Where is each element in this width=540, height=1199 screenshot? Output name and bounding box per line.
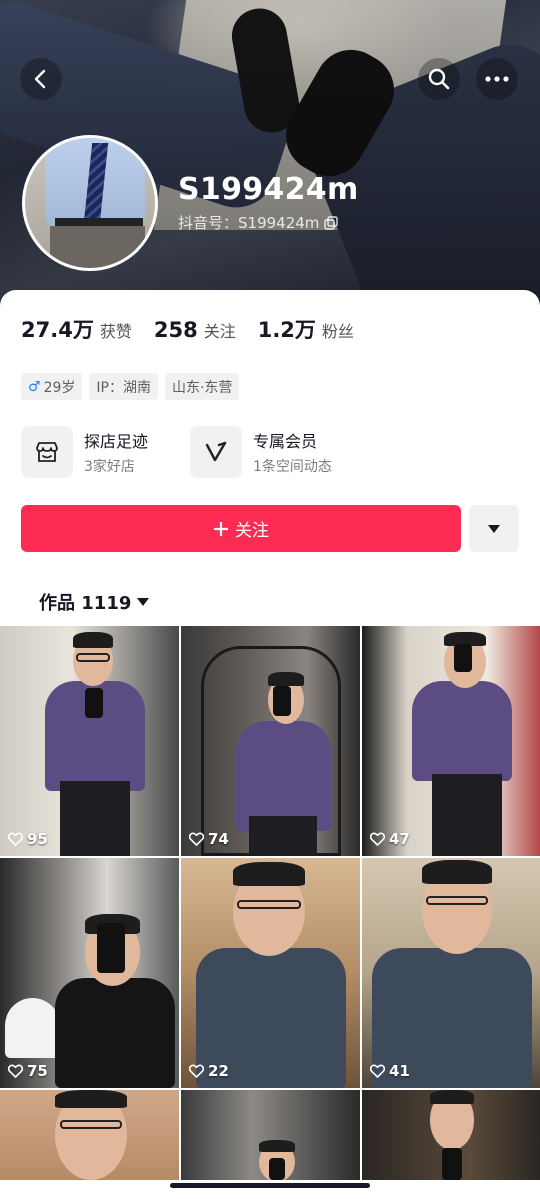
male-icon: ♂ [28, 378, 41, 395]
tag-gender-age: ♂ 29岁 [21, 373, 83, 400]
douyin-id-text: 抖音号：S199424m [178, 214, 320, 232]
thumb-pants [432, 774, 502, 856]
feature-title: 专属会员 [253, 432, 318, 451]
thumb-hair [268, 672, 304, 686]
video-tile[interactable]: 47 [362, 626, 540, 856]
follow-button[interactable]: 关注 [21, 505, 461, 552]
thumb-phone [97, 923, 125, 973]
thumb-person [236, 721, 331, 831]
stat-following[interactable]: 258 关注 [154, 318, 236, 342]
avatar[interactable] [22, 135, 158, 271]
like-count-text: 47 [389, 830, 410, 848]
thumb-hair [259, 1140, 295, 1152]
caret-down-icon [137, 598, 150, 606]
feature-subtitle: 1条空间动态 [253, 459, 332, 475]
feature-row: 探店足迹 3家好店 专属会员 1条空间动态 [21, 426, 374, 478]
follow-label: 关注 [235, 521, 269, 541]
video-tile[interactable]: 95 [0, 626, 179, 856]
thumb-hair [430, 1090, 474, 1104]
like-count-text: 41 [389, 1062, 410, 1080]
thumb-phone [85, 688, 103, 718]
like-count: 95 [8, 830, 48, 848]
profile-tags: ♂ 29岁 IP：湖南 山东·东营 [21, 373, 240, 400]
douyin-id[interactable]: 抖音号：S199424m [178, 212, 339, 233]
heart-icon [8, 832, 23, 846]
video-tile[interactable] [0, 1090, 179, 1180]
thumb-glasses [237, 900, 301, 909]
thumb-phone [442, 1148, 462, 1180]
thumb-glasses [76, 653, 110, 662]
vip-v-icon [190, 426, 243, 478]
heart-icon [370, 832, 385, 846]
more-icon [485, 76, 509, 82]
like-count: 22 [189, 1062, 229, 1080]
feature-vip[interactable]: 专属会员 1条空间动态 [190, 426, 332, 478]
stats-row: 27.4万 获赞 258 关注 1.2万 粉丝 [21, 314, 376, 344]
feature-title: 探店足迹 [84, 432, 149, 451]
plus-icon [214, 521, 228, 536]
thumb-hair [55, 1090, 127, 1108]
thumb-person [412, 681, 512, 781]
store-icon [21, 426, 73, 478]
thumb-phone [269, 1158, 285, 1180]
back-icon [34, 69, 46, 89]
tag-location: 山东·东营 [164, 373, 240, 400]
thumb-hair [422, 860, 492, 884]
stat-likes[interactable]: 27.4万 获赞 [21, 314, 132, 344]
like-count-text: 75 [27, 1062, 48, 1080]
stat-number: 1.2万 [257, 318, 316, 342]
search-button[interactable] [418, 58, 460, 100]
feature-subtitle: 3家好店 [84, 459, 135, 475]
like-count: 74 [189, 830, 229, 848]
video-tile[interactable] [362, 1090, 540, 1180]
stat-label: 粉丝 [321, 322, 354, 341]
thumb-pants [60, 781, 130, 856]
stat-number: 27.4万 [21, 318, 94, 342]
stat-followers[interactable]: 1.2万 粉丝 [258, 314, 354, 344]
home-indicator [170, 1183, 370, 1188]
copy-icon[interactable] [324, 215, 339, 230]
like-count-text: 74 [208, 830, 229, 848]
video-grid: 95 74 47 75 22 41 [0, 626, 540, 1180]
caret-down-icon [488, 524, 500, 533]
thumb-person [55, 978, 175, 1088]
video-tile[interactable]: 75 [0, 858, 179, 1088]
video-tile[interactable]: 22 [181, 858, 360, 1088]
thumb-phone [273, 686, 291, 716]
like-count: 75 [8, 1062, 48, 1080]
tag-ip: IP：湖南 [89, 373, 158, 400]
video-tile[interactable] [181, 1090, 360, 1180]
thumb-toilet [5, 998, 60, 1058]
back-button[interactable] [20, 58, 62, 100]
search-icon [428, 68, 450, 90]
more-button[interactable] [476, 58, 518, 100]
feature-store-visits[interactable]: 探店足迹 3家好店 [21, 426, 148, 478]
heart-icon [8, 1064, 23, 1078]
tab-works-label: 作品 1119 [39, 593, 132, 614]
tab-works[interactable]: 作品 1119 [39, 589, 150, 615]
thumb-hair [233, 862, 305, 886]
like-count: 47 [370, 830, 410, 848]
thumb-phone [454, 644, 472, 672]
avatar-pants [50, 226, 145, 268]
heart-icon [189, 832, 204, 846]
thumb-glasses [60, 1120, 122, 1129]
stat-number: 258 [153, 318, 198, 342]
like-count-text: 95 [27, 830, 48, 848]
recommend-dropdown-button[interactable] [469, 505, 519, 552]
heart-icon [370, 1064, 385, 1078]
stat-label: 关注 [203, 322, 236, 341]
like-count: 41 [370, 1062, 410, 1080]
like-count-text: 22 [208, 1062, 229, 1080]
video-tile[interactable]: 74 [181, 626, 360, 856]
thumb-hair [73, 632, 113, 648]
video-tile[interactable]: 41 [362, 858, 540, 1088]
username: S199424m [178, 172, 359, 207]
stat-label: 获赞 [99, 322, 132, 341]
thumb-glasses [426, 896, 488, 905]
tag-age: 29岁 [43, 379, 76, 396]
profile-card: 27.4万 获赞 258 关注 1.2万 粉丝 ♂ 29岁 IP：湖南 山东·东… [0, 290, 540, 1199]
heart-icon [189, 1064, 204, 1078]
thumb-pants [249, 816, 317, 856]
